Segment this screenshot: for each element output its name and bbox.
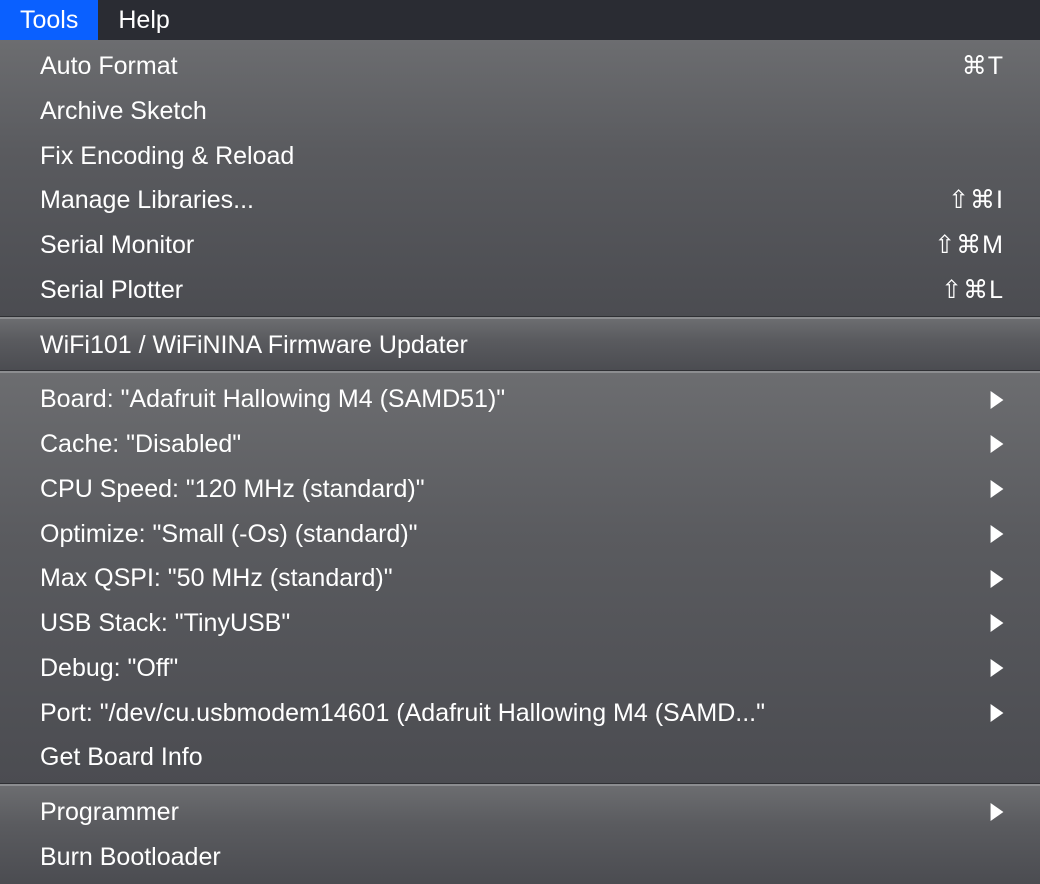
menu-item-label: WiFi101 / WiFiNINA Firmware Updater	[40, 326, 468, 365]
menu-item-shortcut: ⇧⌘L	[941, 271, 1004, 310]
menu-item-archive-sketch[interactable]: Archive Sketch	[0, 89, 1040, 134]
menu-section: Auto Format ⌘T Archive Sketch Fix Encodi…	[0, 40, 1040, 317]
menu-item-debug[interactable]: Debug: "Off"	[0, 646, 1040, 691]
submenu-arrow-icon	[990, 480, 1004, 498]
menu-item-port[interactable]: Port: "/dev/cu.usbmodem14601 (Adafruit H…	[0, 691, 1040, 736]
menubar-item-tools[interactable]: Tools	[0, 0, 98, 41]
menubar-item-help[interactable]: Help	[98, 0, 189, 41]
submenu-arrow-icon	[990, 704, 1004, 722]
menu-item-label: Serial Monitor	[40, 226, 194, 265]
menu-item-label: Burn Bootloader	[40, 838, 221, 877]
menu-item-board[interactable]: Board: "Adafruit Hallowing M4 (SAMD51)"	[0, 377, 1040, 422]
menu-item-cpu-speed[interactable]: CPU Speed: "120 MHz (standard)"	[0, 467, 1040, 512]
submenu-arrow-icon	[990, 525, 1004, 543]
menu-item-usb-stack[interactable]: USB Stack: "TinyUSB"	[0, 601, 1040, 646]
menu-item-label: Archive Sketch	[40, 92, 207, 131]
menu-item-serial-plotter[interactable]: Serial Plotter ⇧⌘L	[0, 268, 1040, 313]
menu-item-label: Max QSPI: "50 MHz (standard)"	[40, 559, 393, 598]
menu-item-get-board-info[interactable]: Get Board Info	[0, 735, 1040, 780]
menu-item-label: Manage Libraries...	[40, 181, 254, 220]
submenu-arrow-icon	[990, 614, 1004, 632]
submenu-arrow-icon	[990, 659, 1004, 677]
menu-item-programmer[interactable]: Programmer	[0, 790, 1040, 835]
menu-item-label: Board: "Adafruit Hallowing M4 (SAMD51)"	[40, 380, 505, 419]
menu-item-label: Cache: "Disabled"	[40, 425, 241, 464]
menu-item-label: Programmer	[40, 793, 179, 832]
menu-item-manage-libraries[interactable]: Manage Libraries... ⇧⌘I	[0, 178, 1040, 223]
menu-item-max-qspi[interactable]: Max QSPI: "50 MHz (standard)"	[0, 556, 1040, 601]
menu-item-label: Optimize: "Small (-Os) (standard)"	[40, 515, 418, 554]
menu-item-label: Get Board Info	[40, 738, 203, 777]
menu-item-auto-format[interactable]: Auto Format ⌘T	[0, 44, 1040, 89]
menu-section: Board: "Adafruit Hallowing M4 (SAMD51)" …	[0, 371, 1040, 784]
submenu-arrow-icon	[990, 803, 1004, 821]
menu-item-shortcut: ⌘T	[962, 47, 1004, 86]
menu-item-label: Auto Format	[40, 47, 178, 86]
submenu-arrow-icon	[990, 435, 1004, 453]
menu-item-label: Fix Encoding & Reload	[40, 137, 294, 176]
menu-item-label: Port: "/dev/cu.usbmodem14601 (Adafruit H…	[40, 694, 765, 733]
menubar: Tools Help	[0, 0, 1040, 40]
menu-section: WiFi101 / WiFiNINA Firmware Updater	[0, 317, 1040, 372]
menu-item-optimize[interactable]: Optimize: "Small (-Os) (standard)"	[0, 512, 1040, 557]
submenu-arrow-icon	[990, 570, 1004, 588]
submenu-arrow-icon	[990, 391, 1004, 409]
menu-item-fix-encoding[interactable]: Fix Encoding & Reload	[0, 134, 1040, 179]
tools-dropdown: Auto Format ⌘T Archive Sketch Fix Encodi…	[0, 40, 1040, 884]
menu-item-label: CPU Speed: "120 MHz (standard)"	[40, 470, 425, 509]
menu-item-serial-monitor[interactable]: Serial Monitor ⇧⌘M	[0, 223, 1040, 268]
menu-item-shortcut: ⇧⌘I	[948, 181, 1004, 220]
menu-item-firmware-updater[interactable]: WiFi101 / WiFiNINA Firmware Updater	[0, 323, 1040, 368]
menu-item-burn-bootloader[interactable]: Burn Bootloader	[0, 835, 1040, 880]
menu-section: Programmer Burn Bootloader	[0, 784, 1040, 884]
menu-item-label: Serial Plotter	[40, 271, 183, 310]
menu-item-label: Debug: "Off"	[40, 649, 178, 688]
menu-item-label: USB Stack: "TinyUSB"	[40, 604, 290, 643]
menu-item-shortcut: ⇧⌘M	[934, 226, 1004, 265]
menu-item-cache[interactable]: Cache: "Disabled"	[0, 422, 1040, 467]
